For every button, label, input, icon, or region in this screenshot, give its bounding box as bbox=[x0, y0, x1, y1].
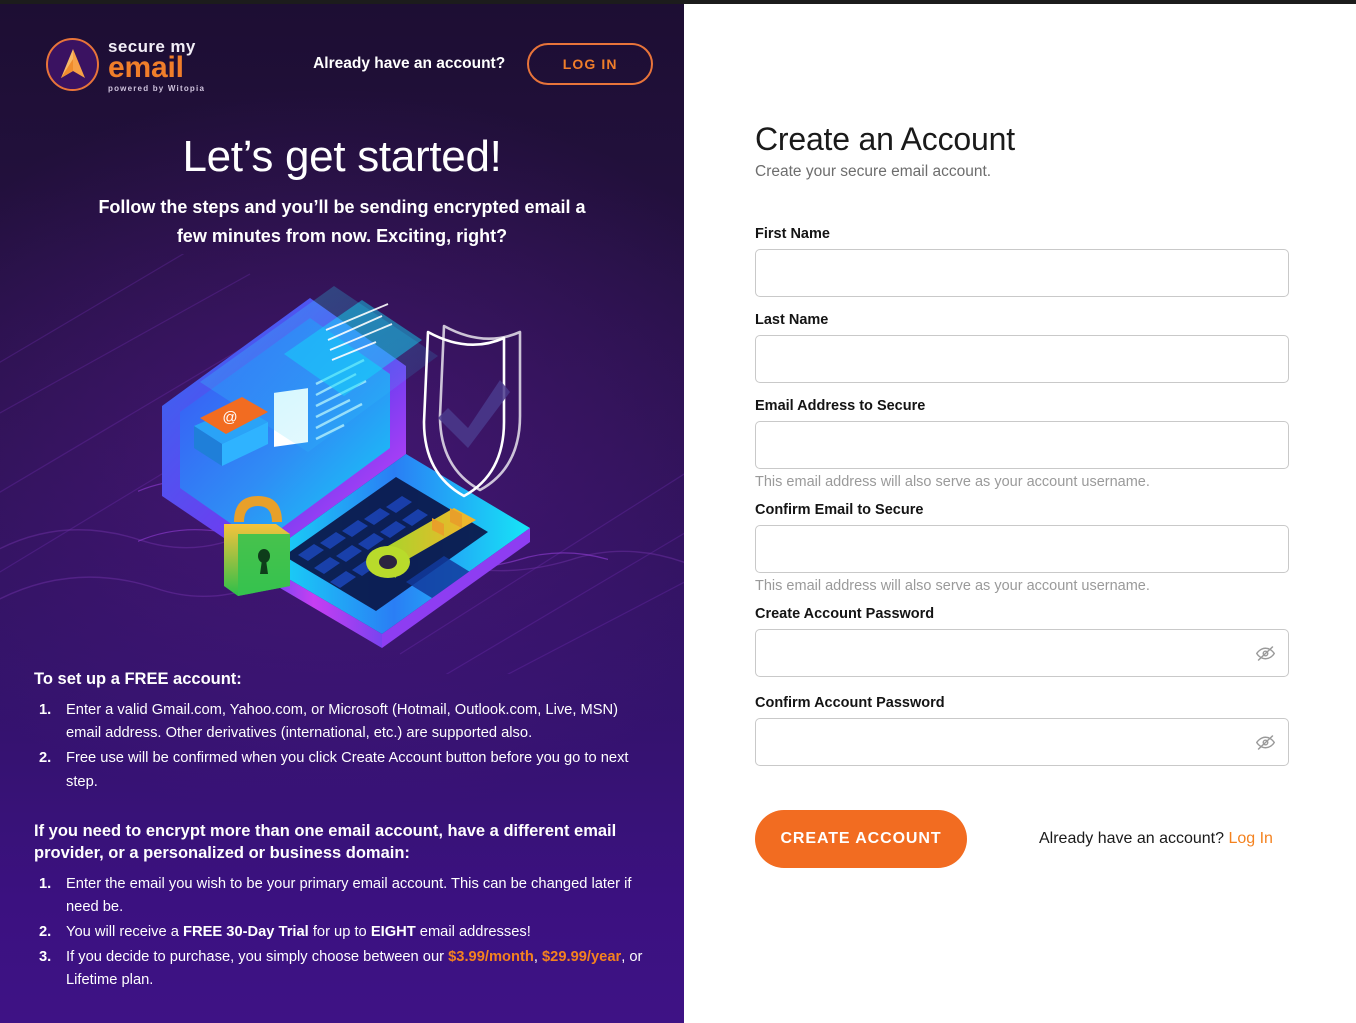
log-in-link[interactable]: Log In bbox=[1228, 830, 1272, 847]
create-password-label: Create Account Password bbox=[755, 605, 935, 622]
email-to-secure-label: Email Address to Secure bbox=[755, 397, 926, 414]
hero-title: Let’s get started! bbox=[182, 132, 502, 181]
list-item: 1. Enter the email you wish to be your p… bbox=[34, 873, 654, 919]
page-title: Create an Account bbox=[755, 121, 1015, 157]
email-to-secure-input[interactable] bbox=[755, 420, 1289, 469]
footer-login-prompt: Already have an account? Log In bbox=[1039, 830, 1273, 848]
price-yearly: $29.99/year bbox=[541, 949, 622, 966]
hero-subtitle: Follow the steps and you’ll be sending e… bbox=[98, 197, 586, 247]
price-monthly: $3.99/month bbox=[448, 949, 534, 966]
list-item: 3. If you decide to purchase, you simply… bbox=[34, 946, 654, 992]
list-item: 2. Free use will be confirmed when you c… bbox=[34, 747, 654, 793]
header-already-have-account-text: Already have an account? bbox=[313, 55, 506, 72]
log-in-button[interactable]: LOG IN bbox=[527, 43, 654, 85]
multi-account-steps: 1. Enter the email you wish to be your p… bbox=[34, 873, 654, 992]
eye-off-icon[interactable] bbox=[1255, 732, 1276, 753]
page-subtitle: Create your secure email account. bbox=[755, 162, 992, 180]
signup-form-panel: Create an Account Create your secure ema… bbox=[684, 4, 1356, 1023]
logo-tagline: powered by Witopia bbox=[108, 83, 206, 93]
form-actions: CREATE ACCOUNT Already have an account? … bbox=[755, 809, 1290, 868]
list-item-text: If you decide to purchase, you simply ch… bbox=[66, 949, 643, 989]
eye-off-icon[interactable] bbox=[1255, 643, 1276, 664]
field-create-password: Create Account Password bbox=[755, 606, 1290, 677]
multi-account-heading: If you need to encrypt more than one ema… bbox=[34, 821, 617, 862]
email-to-secure-helper: This email address will also serve as yo… bbox=[755, 473, 1150, 490]
list-item-text: Free use will be confirmed when you clic… bbox=[66, 750, 629, 790]
list-item: 2. You will receive a FREE 30-Day Trial … bbox=[34, 921, 654, 944]
first-name-input[interactable] bbox=[755, 248, 1289, 297]
hero-block: Let’s get started! Follow the steps and … bbox=[0, 132, 684, 252]
logo-text-main: email bbox=[108, 50, 184, 84]
confirm-email-helper: This email address will also serve as yo… bbox=[755, 577, 1150, 594]
field-last-name: Last Name bbox=[755, 312, 1290, 383]
field-email-to-secure: Email Address to Secure This email addre… bbox=[755, 398, 1290, 490]
left-info-copy: To set up a FREE account: 1. Enter a val… bbox=[34, 668, 654, 1023]
field-confirm-email: Confirm Email to Secure This email addre… bbox=[755, 502, 1290, 594]
list-item: 1. Enter a valid Gmail.com, Yahoo.com, o… bbox=[34, 699, 654, 745]
list-item-number: 3. bbox=[39, 949, 52, 966]
field-first-name: First Name bbox=[755, 226, 1290, 297]
free-account-heading: To set up a FREE account: bbox=[34, 670, 242, 688]
svg-text:@: @ bbox=[222, 409, 237, 426]
paper-plane-badge-icon bbox=[46, 37, 99, 91]
list-item-number: 1. bbox=[39, 702, 52, 719]
list-item-text: Enter the email you wish to be your prim… bbox=[66, 876, 632, 916]
logo[interactable]: secure my email powered by Witopia bbox=[46, 36, 205, 93]
create-account-button[interactable]: CREATE ACCOUNT bbox=[755, 809, 967, 868]
confirm-password-input[interactable] bbox=[755, 717, 1289, 766]
confirm-email-label: Confirm Email to Secure bbox=[755, 501, 924, 518]
confirm-email-input[interactable] bbox=[755, 524, 1289, 573]
list-item-number: 2. bbox=[39, 750, 52, 767]
list-item-number: 2. bbox=[39, 924, 52, 941]
left-marketing-panel: secure my email powered by Witopia Alrea… bbox=[0, 4, 684, 1023]
field-confirm-password: Confirm Account Password bbox=[755, 695, 1290, 766]
encrypted-email-laptop-illustration: @ bbox=[138, 286, 608, 648]
confirm-password-label: Confirm Account Password bbox=[755, 694, 945, 711]
list-item-text: Enter a valid Gmail.com, Yahoo.com, or M… bbox=[66, 702, 619, 742]
signup-page: secure my email powered by Witopia Alrea… bbox=[0, 0, 1356, 1023]
create-password-input[interactable] bbox=[755, 628, 1289, 677]
list-item-number: 1. bbox=[39, 876, 52, 893]
first-name-label: First Name bbox=[755, 225, 830, 242]
signup-fields: First Name Last Name Email Address to Se… bbox=[755, 226, 1290, 766]
free-account-steps: 1. Enter a valid Gmail.com, Yahoo.com, o… bbox=[34, 699, 654, 793]
last-name-input[interactable] bbox=[755, 334, 1289, 383]
last-name-label: Last Name bbox=[755, 311, 829, 328]
logo-wordmark: secure my email powered by Witopia bbox=[108, 36, 205, 93]
footer-prompt-text: Already have an account? bbox=[1039, 829, 1225, 847]
brand-header: secure my email powered by Witopia Alrea… bbox=[0, 4, 684, 124]
list-item-text: You will receive a FREE 30-Day Trial for… bbox=[66, 924, 531, 941]
